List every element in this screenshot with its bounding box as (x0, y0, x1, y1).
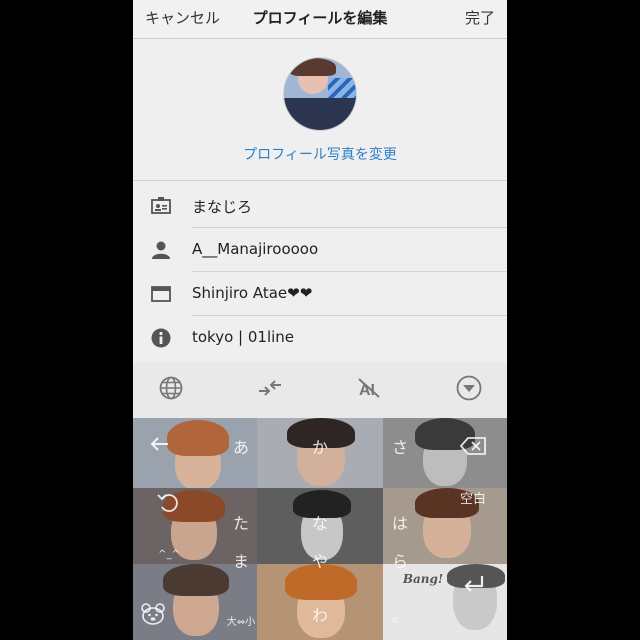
change-photo-link[interactable]: プロフィール写真を変更 (133, 144, 507, 164)
website-field-row[interactable]: Shinjiro Atae❤❤ (133, 272, 507, 316)
keyboard-arrow-key[interactable] (133, 424, 185, 464)
keyboard-key-punct[interactable]: 。 (380, 594, 420, 634)
navigation-bar: キャンセル プロフィールを編集 完了 (133, 0, 507, 39)
keyboard-toolbar: AI (133, 362, 507, 418)
name-field-row[interactable]: まなじろ (133, 184, 507, 228)
avatar-hair (290, 58, 336, 76)
keyboard-key-na[interactable]: な (300, 502, 340, 542)
keyboard-key-ma[interactable]: ま (221, 542, 261, 578)
avatar-shirt (284, 98, 356, 130)
keyboard-key-ya[interactable]: や (300, 542, 340, 578)
page-title: プロフィールを編集 (252, 9, 388, 27)
keyboard-key-a[interactable]: あ (221, 426, 261, 466)
keyboard-key-ka[interactable]: か (300, 426, 340, 466)
undo-key[interactable] (147, 482, 189, 522)
keyboard-key-ta[interactable]: た (221, 502, 261, 542)
bio-field-row[interactable]: tokyo | 01line (133, 316, 507, 360)
info-icon (151, 328, 171, 348)
website-field-value[interactable]: Shinjiro Atae❤❤ (192, 284, 312, 302)
ai-off-icon[interactable]: AI (353, 372, 385, 404)
keyboard-key-wa[interactable]: わ (300, 594, 340, 634)
user-icon (151, 240, 171, 260)
backspace-key[interactable] (453, 428, 493, 464)
keyboard-key-sa[interactable]: さ (380, 426, 420, 466)
keyboard-key-dakuten[interactable]: 大⇔小 (219, 610, 263, 630)
emoji-bear-icon[interactable] (133, 594, 173, 634)
phone-screen: キャンセル プロフィールを編集 完了 プロフィール写真を変更 まなじろ A__M… (133, 0, 507, 640)
id-card-icon (151, 196, 171, 216)
section-divider (133, 180, 507, 181)
name-field-value[interactable]: まなじろ (192, 196, 252, 217)
profile-avatar[interactable] (283, 57, 357, 131)
photo-keyboard: あ か さ た な は 空白 ^_^ ま や ら 大⇔小 わ 。 Bang! (133, 418, 507, 640)
enter-key[interactable] (453, 566, 495, 602)
space-key[interactable]: 空白 (451, 482, 495, 512)
bio-field-value[interactable]: tokyo | 01line (192, 328, 294, 346)
collapse-icon[interactable] (453, 372, 485, 404)
username-field-row[interactable]: A__Manajirooooo (133, 228, 507, 272)
keyboard-key-ha[interactable]: は (380, 502, 420, 542)
sticker-text: Bang! (402, 572, 444, 586)
done-button[interactable]: 完了 (465, 7, 495, 28)
globe-icon[interactable] (155, 372, 187, 404)
username-field-value[interactable]: A__Manajirooooo (192, 240, 318, 258)
keyboard-key-kaomoji[interactable]: ^_^ (147, 542, 191, 566)
swap-icon[interactable] (254, 372, 286, 404)
website-icon (151, 284, 171, 304)
